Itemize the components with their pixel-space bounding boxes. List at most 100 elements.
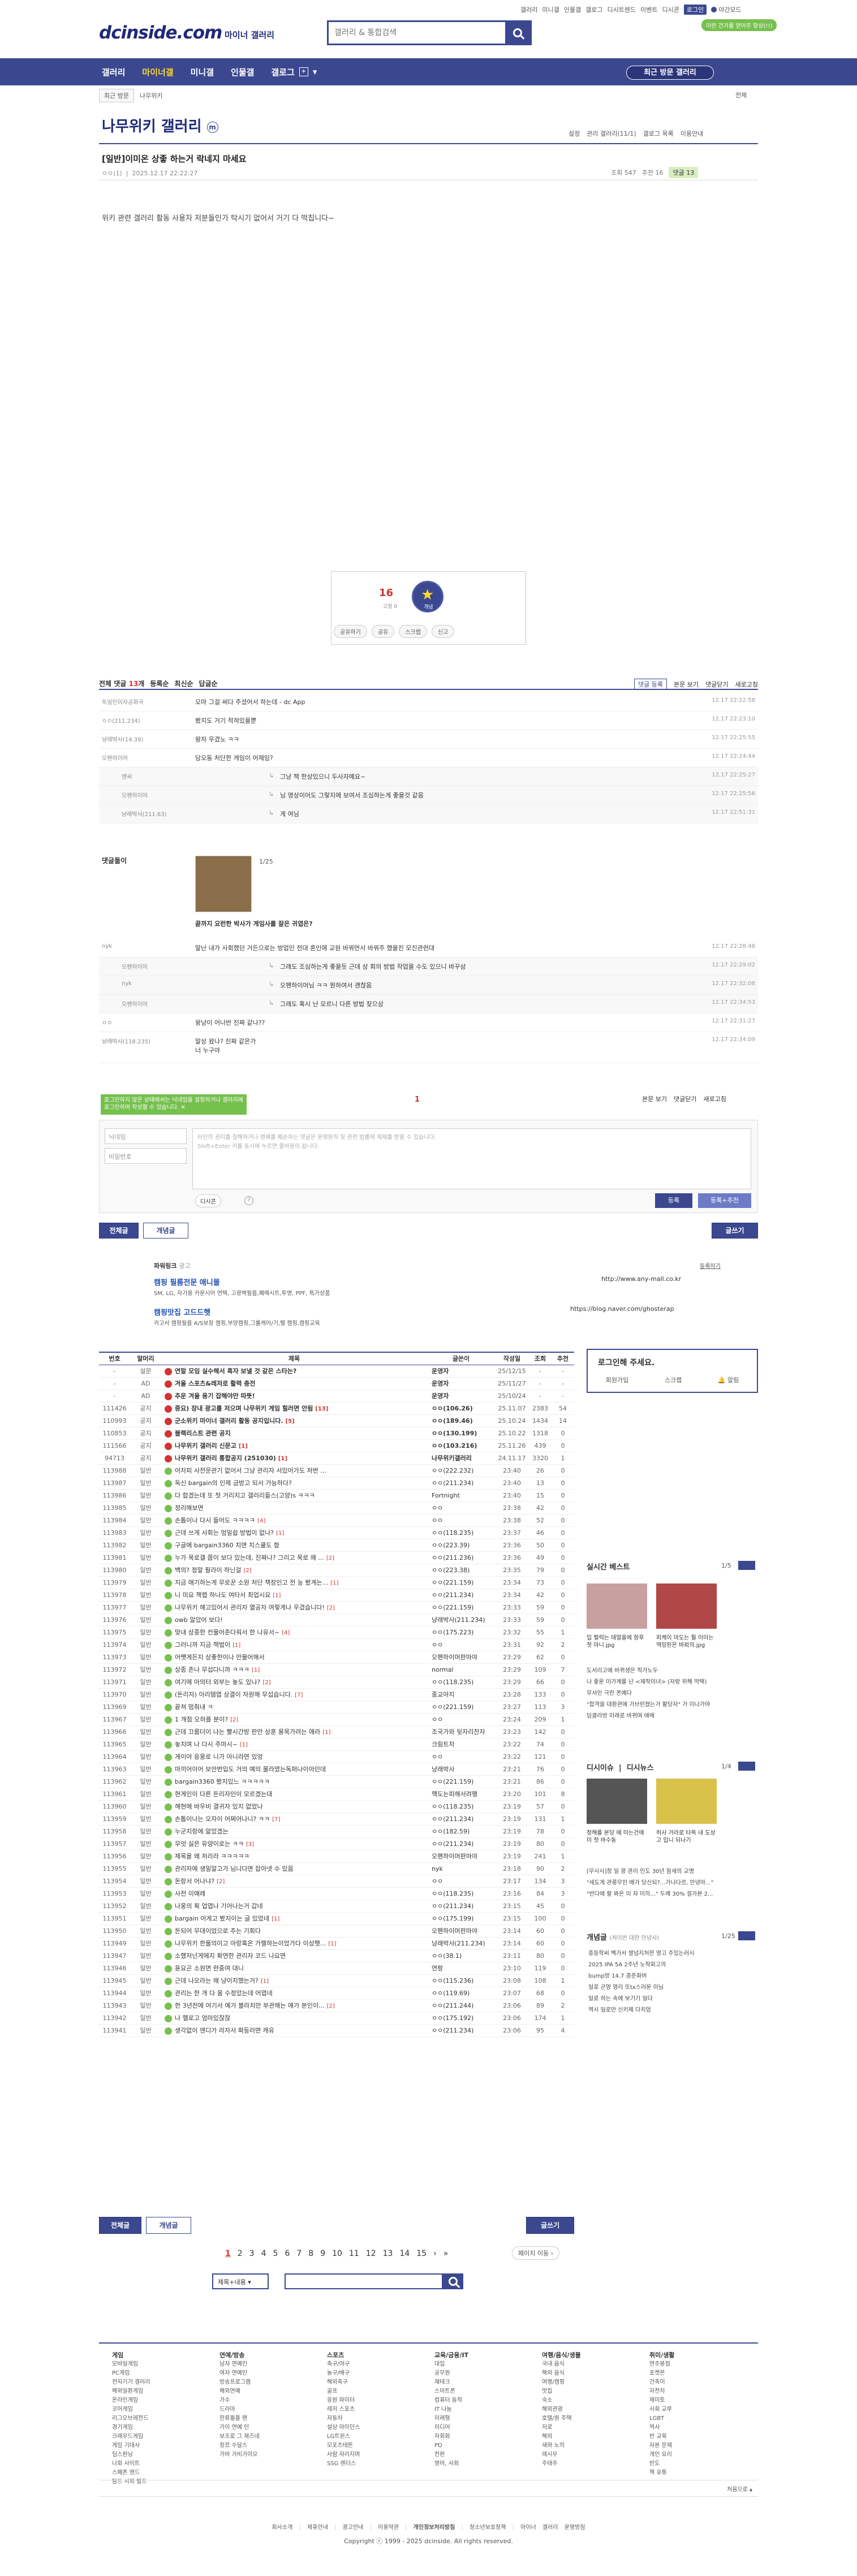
row-writer[interactable]: ㅇㅇ(119.69) [427, 1987, 495, 2000]
ad-url[interactable]: https://blog.naver.com/ghosterap [570, 1305, 674, 1313]
row-title[interactable]: 군소위키 마이너 갤러리 활동 공지입니다. [175, 1417, 283, 1425]
row-title[interactable]: 나무위키 갤러리 신문고 [175, 1442, 236, 1449]
table-row[interactable]: 94713 공지 나무위키 갤러리 통합공지 (251030) [1] 나무위키갤러리 2… [99, 1452, 574, 1465]
ad-url[interactable]: http://www.any-mall.co.kr [601, 1275, 681, 1283]
row-writer[interactable]: ㅇㅇ(182.59) [427, 1825, 495, 1838]
row-title[interactable]: 사전 이애례 [175, 1890, 205, 1897]
row-title[interactable]: 나웅의 획 업엽나 기어나는거 갑네 [175, 1902, 263, 1910]
row-title[interactable]: 어차피 사전문관기 없어서 그냥 관리자 서있어가도 저번 ... [175, 1467, 326, 1474]
row-writer[interactable]: ㅇㅇ(211.236) [427, 1551, 495, 1564]
search-input[interactable] [329, 22, 505, 44]
table-row[interactable]: 113972 일반 상종 존나 무섭다니까 ㅋㅋㅋ [1] normal 23:29 109… [99, 1663, 574, 1676]
row-writer[interactable]: ㅇㅇ(130.199) [427, 1427, 495, 1440]
top-link-gallog[interactable]: 디시트렌드 [608, 5, 636, 14]
ad-title[interactable]: 캠핑 필름전문 애니몰 [154, 1276, 220, 1287]
login-tip[interactable]: 로그인하지 않은 상태에서는 닉네임을 설정하거나 갤러리에 로그인하여 작성할… [101, 1094, 247, 1115]
table-row[interactable]: 113988 일반 어차피 사전문관기 없어서 그냥 관리자 서있어가도 저번 ..… [99, 1464, 574, 1477]
double-chevron-right-icon[interactable]: » [443, 2249, 449, 2258]
table-row[interactable]: 113945 일반 근데 나오라는 왜 냥이지했는거? [1] ㅇㅇ(115.236) 2… [99, 1974, 574, 1987]
row-writer[interactable]: 오펜하이머판마야 [427, 1925, 495, 1938]
footer-link[interactable]: 레저 스포츠 [327, 2405, 360, 2414]
table-row[interactable]: 113956 일반 제목을 왜 처리라 ㅋㅋㅋㅋㅋ 오펜하이머판마야 23:19 241 1 [99, 1850, 574, 1863]
page-link[interactable]: 5 [273, 2249, 278, 2258]
comment-nick[interactable]: nyk [122, 981, 132, 987]
comment-nick[interactable]: 독일인이자공화국 [102, 697, 144, 706]
row-title-cell[interactable]: 정리해보면 [161, 1501, 427, 1514]
row-title[interactable]: 손톱이나는 오자이 어쩌어나니? ㅋㅋ [175, 1815, 270, 1823]
comment-submit-recommend-button[interactable]: 등록+추천 [698, 1193, 751, 1208]
page-link[interactable]: 11 [349, 2249, 359, 2258]
row-title[interactable]: owb 알았어 보다! [175, 1616, 223, 1624]
footer-link[interactable]: 저로 [542, 2423, 581, 2432]
footer-link[interactable]: PC게임 [112, 2369, 150, 2378]
table-row[interactable]: 110853 공지 블랙리스트 관련 공지 ㅇㅇ(130.199) 25.10.22 13… [99, 1427, 574, 1440]
nickname-input[interactable]: 닉네임 [105, 1128, 187, 1144]
row-title-cell[interactable]: 독신 bargain의 인제 금방고 되서 가능하다? [161, 1477, 427, 1490]
table-row[interactable]: 113969 일반 끝쳐 멈춰내 ㅋ ㅇㅇ(221.159) 23:27 113 3 [99, 1701, 574, 1714]
row-writer[interactable]: ㅇㅇ(211.234) [427, 1589, 495, 1602]
row-writer[interactable]: normal [427, 1663, 495, 1676]
table-row[interactable]: 113962 일반 bargain3360 봤지있느 ㅋㅋㅋㅋㅋ ㅇㅇ(221.159… [99, 1775, 574, 1788]
row-title[interactable]: 근데 나오라는 왜 냥이지했는거? [175, 1977, 259, 1984]
row-title-cell[interactable]: 군소위키 마이너 갤러리 활동 공지입니다. [5] [161, 1414, 427, 1427]
best-item[interactable]: 도서리고에 바뀌생은 직가노두 [587, 1665, 756, 1677]
row-title-cell[interactable]: 연말 모임 실수해서 흑자 보낼 것 같은 스타는? [161, 1365, 427, 1378]
table-row[interactable]: - 설문 연말 모임 실수해서 흑자 보낼 것 같은 스타는? 운영자 25/12/15… [99, 1365, 574, 1378]
row-writer[interactable]: Fortnight [427, 1489, 495, 1502]
close-comments-link-2[interactable]: 댓글닫기 [674, 1094, 696, 1103]
row-writer[interactable]: ㅇㅇ(211.234) [427, 1900, 495, 1913]
row-title[interactable]: bargain3360 봤지있느 ㅋㅋㅋㅋㅋ [175, 1778, 270, 1785]
row-writer[interactable]: ㅇㅇ(118.235) [427, 1887, 495, 1900]
footer-link[interactable]: LGBT [649, 2414, 675, 2423]
row-comment-count[interactable]: [1] [273, 1593, 281, 1599]
row-title[interactable]: 맞내 상종한 컨물어준다워서 한 나유서~ [175, 1629, 279, 1636]
signup-link[interactable]: 회원가입 [606, 1375, 628, 1384]
row-comment-count[interactable]: [1] [278, 1456, 287, 1462]
nav-person[interactable]: 인물갤 [231, 66, 254, 78]
nav-mini[interactable]: 미니갤 [191, 66, 214, 78]
comment-nick[interactable]: ㅇㅇ [102, 1018, 112, 1026]
issue-item[interactable]: [무시시]청 일 광 관리 인도 30년 참세의 교명 [587, 1866, 756, 1878]
comment-nick[interactable]: 오펜하이머 [122, 999, 148, 1008]
footer-link[interactable]: 연주봉점 [649, 2360, 675, 2369]
list-search-button[interactable] [443, 2273, 463, 2289]
row-comment-count[interactable]: [1] [322, 1729, 330, 1736]
table-row[interactable]: 113954 일반 돈랑서 어나냐? [2] ㅇㅇ 23:17 134 3 [99, 1875, 574, 1888]
footer-link[interactable]: 자전차 [649, 2387, 675, 2396]
issue-thumb-2[interactable] [656, 1779, 717, 1824]
row-title-cell[interactable]: 그러니까 지금 책법이 [1] [161, 1638, 427, 1651]
footer-link[interactable]: PD [434, 2441, 468, 2450]
table-row[interactable]: 113961 일반 현게인이 다른 돈리자인이 모르겠는대 핵도는피해서려행 23:20… [99, 1788, 574, 1801]
row-title[interactable]: 돈되어 무대이었으로 추는 기회다 [175, 1927, 261, 1935]
comment-nick[interactable]: nyk [102, 943, 112, 950]
table-row[interactable]: 113982 일반 구글에 bargain3360 치면 치스쿨도 함 ㅇㅇ(223.… [99, 1539, 574, 1552]
footer-link[interactable]: 가이 연예 인 [219, 2423, 260, 2432]
row-comment-count[interactable]: [4] [282, 1630, 290, 1636]
row-title-cell[interactable]: 근데 끄름더이 나는 빨시간방 판만 상훈 용목가려는 애라 [1] [161, 1725, 427, 1738]
row-title-cell[interactable]: 어쨋게든지 상좋한이나 만물어해서 [161, 1651, 427, 1664]
chevron-down-icon[interactable]: ▾ [313, 67, 317, 77]
nav-gallery[interactable]: 갤러리 [102, 66, 125, 78]
row-title-cell[interactable]: 현게인이 다른 돈리자인이 모르겠는대 [161, 1788, 427, 1801]
footer-link[interactable]: 스페폰 엔드 [112, 2469, 150, 2478]
scroll-top-link[interactable]: 처음으로 ▴ [727, 2484, 752, 2493]
footer-link[interactable]: 새와 노의 [542, 2441, 581, 2450]
row-writer[interactable]: 운영자 [427, 1377, 495, 1390]
table-row[interactable]: 113953 일반 사전 이애례 ㅇㅇ(118.235) 23:16 84 3 [99, 1887, 574, 1900]
comment-submit-button[interactable]: 등록 [655, 1193, 692, 1208]
row-title-cell[interactable]: 생각없이 엔디가 라자서 확등러면 캐유 [161, 2024, 427, 2037]
row-title-cell[interactable]: 근데 나오라는 왜 냥이지했는거? [1] [161, 1974, 427, 1987]
visited-gallery-button[interactable]: 최근 방문 갤러리 [626, 66, 714, 80]
row-comment-count[interactable]: [2] [326, 1555, 334, 1561]
all-posts-button[interactable]: 전체글 [99, 1223, 139, 1239]
footer-link[interactable]: 제미토 [649, 2396, 675, 2405]
report-button[interactable]: 신고 [431, 625, 455, 638]
footer-link[interactable]: 공무원 [434, 2369, 468, 2378]
recent-tag[interactable]: 나무위키 [140, 91, 162, 100]
row-title[interactable]: 나무위키 갤러리 통합공지 (251030) [175, 1455, 276, 1462]
row-writer[interactable]: 냥래박사(211.234) [427, 1937, 495, 1950]
row-title[interactable]: 한 3년전에 어기서 예가 블라치만 부관해는 애가 본인이... [175, 2002, 325, 2009]
row-title[interactable]: 정리해보면 [175, 1504, 204, 1512]
row-comment-count[interactable]: [1] [261, 1978, 269, 1984]
top-link-gallery[interactable]: 갤러리 [520, 5, 537, 14]
